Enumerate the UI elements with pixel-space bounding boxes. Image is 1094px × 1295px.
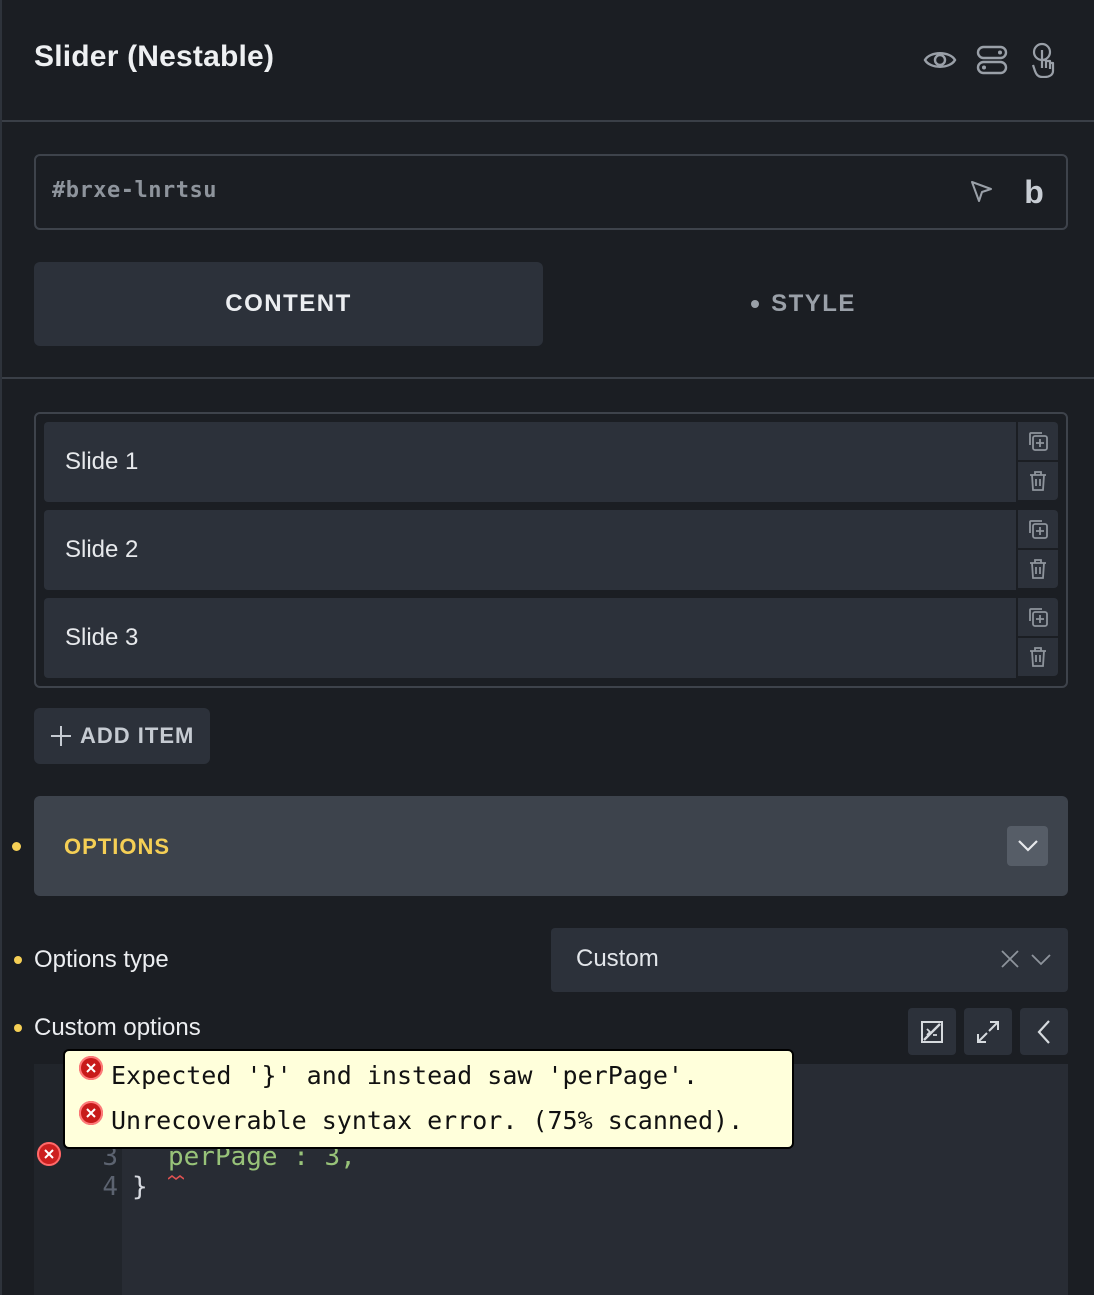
error-marker-icon[interactable] xyxy=(37,1142,61,1166)
lint-message-text: Expected '}' and instead saw 'perPage'. xyxy=(111,1061,698,1090)
lint-message: Expected '}' and instead saw 'perPage'. xyxy=(79,1055,698,1090)
error-icon xyxy=(79,1100,103,1125)
duplicate-icon[interactable] xyxy=(1018,422,1058,460)
header-divider xyxy=(2,120,1094,122)
trash-icon[interactable] xyxy=(1018,638,1058,676)
add-item-label: ADD ITEM xyxy=(80,723,195,748)
bricks-logo-icon[interactable]: b xyxy=(1016,174,1052,210)
error-squiggle xyxy=(167,1168,185,1180)
lint-tooltip: Expected '}' and instead saw 'perPage'. … xyxy=(63,1049,794,1149)
tab-style[interactable]: STYLE xyxy=(543,262,1064,346)
plus-icon xyxy=(50,725,72,747)
slide-item[interactable]: Slide 2 xyxy=(44,510,1016,590)
duplicate-icon[interactable] xyxy=(1018,598,1058,636)
custom-options-modified-dot xyxy=(14,1024,22,1032)
disable-code-icon[interactable] xyxy=(908,1008,956,1055)
options-title: OPTIONS xyxy=(64,834,171,859)
clear-icon[interactable] xyxy=(999,948,1021,970)
chevron-left-icon[interactable] xyxy=(1020,1008,1068,1055)
options-type-modified-dot xyxy=(14,956,22,964)
options-modified-dot xyxy=(12,842,21,851)
duplicate-icon[interactable] xyxy=(1018,510,1058,548)
custom-options-label: Custom options xyxy=(34,1014,201,1041)
add-item-button[interactable]: ADD ITEM xyxy=(34,708,210,764)
code-line: } xyxy=(132,1172,148,1202)
chevron-down-icon[interactable] xyxy=(1007,826,1048,866)
toggle-icon[interactable] xyxy=(972,40,1012,80)
options-accordion-header[interactable]: OPTIONS xyxy=(34,796,1068,896)
slides-repeater: Slide 1 Slide 2 Slide 3 xyxy=(34,412,1068,688)
expand-icon[interactable] xyxy=(964,1008,1012,1055)
line-number: 4 xyxy=(102,1172,118,1202)
style-modified-dot xyxy=(751,300,760,308)
list-item: Slide 3 xyxy=(44,598,1060,678)
tab-content[interactable]: CONTENT xyxy=(34,262,543,346)
element-id-value: #brxe-lnrtsu xyxy=(52,178,217,203)
options-type-label: Options type xyxy=(34,946,169,973)
panel-left-border xyxy=(0,0,2,1295)
tab-content-label: CONTENT xyxy=(225,290,352,317)
panel-title: Slider (Nestable) xyxy=(34,40,275,73)
chevron-down-icon[interactable] xyxy=(1029,948,1053,970)
trash-icon[interactable] xyxy=(1018,550,1058,588)
options-type-select[interactable]: Custom xyxy=(551,928,1068,992)
error-icon xyxy=(79,1055,103,1080)
lint-message-text: Unrecoverable syntax error. (75% scanned… xyxy=(111,1106,744,1135)
tab-style-label: STYLE xyxy=(771,290,856,317)
options-type-value: Custom xyxy=(576,945,659,972)
eye-icon[interactable] xyxy=(920,40,960,80)
slide-item-label: Slide 1 xyxy=(65,448,139,475)
trash-icon[interactable] xyxy=(1018,462,1058,500)
lint-message: Unrecoverable syntax error. (75% scanned… xyxy=(79,1100,744,1135)
tabs-divider xyxy=(2,377,1094,379)
hand-pointer-icon[interactable] xyxy=(1024,40,1064,80)
slide-item[interactable]: Slide 1 xyxy=(44,422,1016,502)
element-id-field[interactable]: #brxe-lnrtsu b xyxy=(34,154,1068,230)
list-item: Slide 2 xyxy=(44,510,1060,590)
cursor-pointer-icon[interactable] xyxy=(964,174,1000,210)
slide-item-label: Slide 3 xyxy=(65,624,139,651)
slide-item[interactable]: Slide 3 xyxy=(44,598,1016,678)
slide-item-label: Slide 2 xyxy=(65,536,139,563)
list-item: Slide 1 xyxy=(44,422,1060,502)
